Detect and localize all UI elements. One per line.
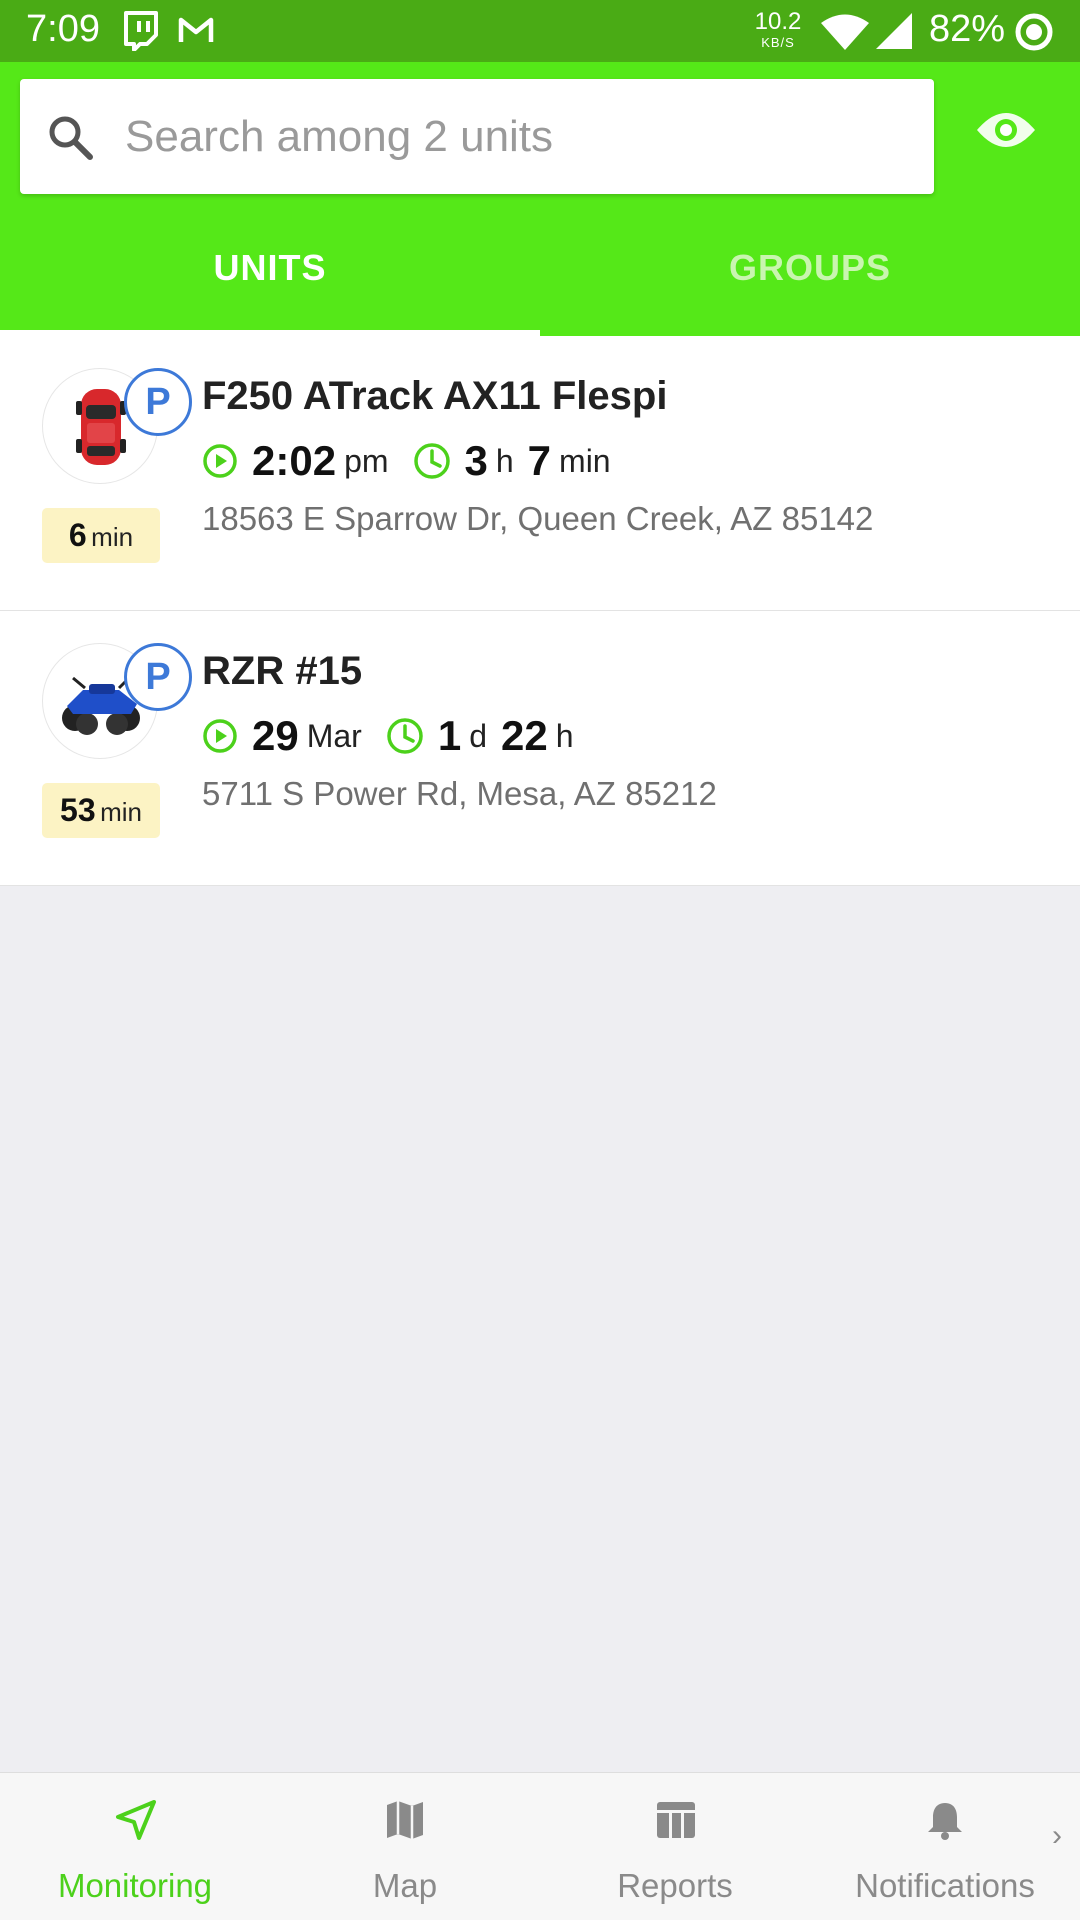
unit-name: F250 ATrack AX11 Flespi (202, 374, 668, 418)
parked-status-badge: P (124, 643, 192, 711)
play-circle-icon (203, 444, 237, 478)
signal-icon (876, 13, 912, 54)
eye-icon[interactable] (975, 108, 1037, 157)
tab-groups[interactable]: GROUPS (540, 247, 1080, 289)
twitch-icon (123, 11, 159, 56)
status-bar: 7:09 10.2 KB/S 82% (0, 0, 1080, 62)
reports-table-icon (657, 1802, 695, 1838)
nav-monitoring[interactable]: Monitoring (0, 1773, 270, 1920)
parked-status-badge: P (124, 368, 192, 436)
battery-ring-icon (1014, 12, 1054, 57)
bell-icon (928, 1803, 962, 1840)
clock-icon (387, 718, 423, 754)
tab-units[interactable]: UNITS (0, 247, 540, 289)
network-speed: 10.2 KB/S (754, 8, 802, 50)
unit-info-line: 29 Mar 1 d 22 h (202, 711, 588, 761)
unit-address: 18563 E Sparrow Dr, Queen Creek, AZ 8514… (202, 500, 874, 537)
chevron-right-icon[interactable]: › (1052, 1819, 1062, 1853)
duration-badge: 6 min (42, 508, 160, 563)
search-box[interactable] (20, 79, 934, 194)
map-icon (387, 1801, 423, 1839)
play-circle-icon (203, 719, 237, 753)
search-input[interactable] (125, 79, 905, 194)
nav-notifications[interactable]: Notifications (810, 1773, 1080, 1920)
battery-percent: 82% (929, 8, 1006, 50)
last-message-time: 2:02 (252, 437, 337, 484)
unit-info-line: 2:02 pm 3 h 7 min (202, 436, 625, 486)
unit-address: 5711 S Power Rd, Mesa, AZ 85212 (202, 775, 717, 812)
nav-reports[interactable]: Reports (540, 1773, 810, 1920)
last-message-time: 29 (252, 712, 299, 759)
status-time: 7:09 (26, 8, 100, 50)
search-icon (46, 113, 94, 166)
wifi-icon (820, 14, 870, 55)
nav-map[interactable]: Map (270, 1773, 540, 1920)
unit-name: RZR #15 (202, 649, 363, 693)
list-item[interactable]: P 6 min F250 ATrack AX11 Flespi 2:02 pm … (0, 336, 1080, 611)
unit-list: P 6 min F250 ATrack AX11 Flespi 2:02 pm … (0, 336, 1080, 886)
duration-badge: 53 min (42, 783, 160, 838)
bottom-nav: Monitoring Map Reports Notifications › (0, 1772, 1080, 1920)
list-item[interactable]: P 53 min RZR #15 29 Mar 1 d 22 h 5711 S … (0, 611, 1080, 886)
gmail-icon (178, 16, 214, 49)
app-header: UNITS GROUPS (0, 62, 1080, 336)
navigation-arrow-icon (116, 1800, 156, 1840)
clock-icon (413, 443, 450, 479)
